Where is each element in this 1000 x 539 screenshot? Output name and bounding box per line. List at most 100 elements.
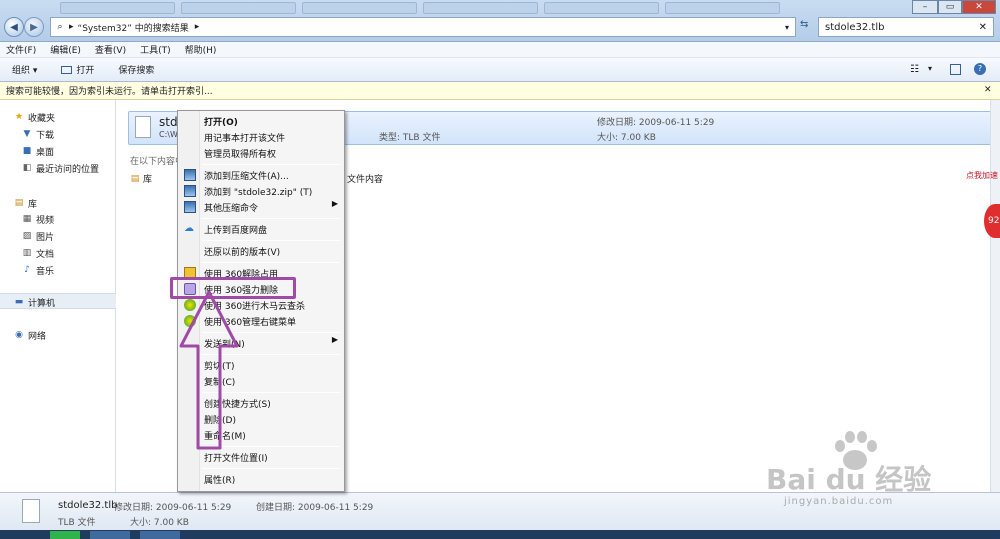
address-separator-icon: ▸ [194, 22, 200, 32]
file-type: 类型: TLB 文件 [379, 133, 441, 143]
menu-edit[interactable]: 编辑(E) [50, 43, 81, 56]
ctx-add-zip[interactable]: 添加到 "stdole32.zip" (T) [178, 183, 344, 199]
ctx-separator [202, 240, 340, 241]
ctx-label: 添加到压缩文件(A)... [204, 171, 289, 182]
nav-videos[interactable]: ▦ 视频 [22, 212, 54, 226]
baidu-watermark: Bai du 经验 jingyan.baidu.com [760, 430, 960, 520]
search-input[interactable]: stdole32.tlb ✕ [818, 17, 994, 37]
nav-label: 图片 [36, 232, 55, 243]
maximize-button[interactable]: ▭ [938, 0, 962, 14]
menu-help[interactable]: 帮助(H) [185, 43, 217, 56]
ctx-other-compress[interactable]: 其他压缩命令 ▶ [178, 199, 344, 215]
file-icon [22, 499, 40, 523]
ctx-add-archive[interactable]: 添加到压缩文件(A)... [178, 167, 344, 183]
speedup-ad-label[interactable]: 点我加速 [966, 170, 998, 181]
archive-icon [184, 169, 196, 181]
annotation-arrow-icon [179, 290, 239, 450]
speedup-badge[interactable]: 92 [984, 204, 1000, 238]
nav-desktop[interactable]: ■ 桌面 [22, 144, 54, 158]
nav-music[interactable]: ♪ 音乐 [22, 263, 54, 277]
address-dropdown-icon[interactable]: ▾ [785, 23, 789, 32]
address-bar[interactable]: ⌕ ▸ “System32” 中的搜索结果 ▸ ▾ [50, 17, 796, 37]
picture-icon: ▨ [22, 231, 32, 241]
refresh-icon[interactable]: ⇆ [800, 19, 816, 35]
recent-places-icon: ◧ [22, 163, 32, 173]
address-separator-icon: ▸ [69, 22, 74, 32]
nav-label: 库 [28, 199, 38, 210]
nav-label: 视频 [36, 215, 55, 226]
ctx-open[interactable]: 打开(O) [178, 113, 344, 129]
forward-button[interactable]: ▶ [24, 17, 44, 37]
nav-recent[interactable]: ◧ 最近访问的位置 [22, 161, 99, 175]
file-modified: 修改日期: 2009-06-11 5:29 [597, 118, 715, 128]
details-size: 大小: 7.00 KB [130, 518, 189, 528]
forward-arrow-icon: ▶ [30, 21, 38, 33]
help-icon[interactable]: ? [974, 63, 986, 75]
search-icon: ⌕ [57, 22, 63, 32]
menu-file[interactable]: 文件(F) [6, 43, 36, 56]
nav-label: 收藏夹 [28, 113, 56, 124]
search-again-library-label: 库 [143, 175, 153, 185]
taskbar-tab-strip [60, 2, 780, 14]
ctx-take-ownership[interactable]: 管理员取得所有权 [178, 145, 344, 161]
ctx-properties[interactable]: 属性(R) [178, 471, 344, 487]
organize-button[interactable]: 组织 ▾ [12, 63, 37, 76]
back-button[interactable]: ◀ [4, 17, 24, 37]
ctx-separator [202, 468, 340, 469]
ctx-separator [202, 164, 340, 165]
nav-documents[interactable]: ▥ 文档 [22, 246, 54, 260]
nav-label: 桌面 [36, 147, 55, 158]
info-close-icon[interactable]: ✕ [984, 85, 992, 95]
nav-label: 下载 [36, 130, 55, 141]
open-label: 打开 [76, 66, 95, 76]
index-info-bar[interactable]: 搜索可能较慢，因为索引未运行。请单击打开索引... ✕ [0, 82, 1000, 100]
search-clear-icon[interactable]: ✕ [979, 22, 987, 33]
taskbar-app-button[interactable] [140, 531, 180, 539]
taskbar-app-button[interactable] [90, 531, 130, 539]
search-again-library[interactable]: ▤ 库 [130, 172, 153, 186]
open-window-icon [61, 65, 73, 74]
save-search-button[interactable]: 保存搜索 [118, 63, 154, 76]
document-icon: ▥ [22, 248, 32, 258]
taskbar-app-button[interactable] [50, 531, 80, 539]
menu-tools[interactable]: 工具(T) [140, 43, 171, 56]
nav-network[interactable]: ◉ 网络 [14, 328, 46, 342]
minimize-button[interactable]: – [912, 0, 938, 14]
nav-libraries[interactable]: ▤ 库 [14, 196, 37, 210]
vertical-scrollbar[interactable] [990, 100, 1000, 492]
back-arrow-icon: ◀ [10, 21, 18, 33]
search-again-file-content[interactable]: 文件内容 [347, 172, 383, 185]
ctx-label: 打开(O) [204, 117, 238, 128]
submenu-arrow-icon: ▶ [331, 335, 338, 344]
video-icon: ▦ [22, 214, 32, 224]
nav-favorites[interactable]: ★ 收藏夹 [14, 110, 55, 124]
command-bar: 组织 ▾ 打开 保存搜索 ☷ ▾ ? [0, 58, 1000, 82]
view-options-icon[interactable]: ☷ [910, 64, 919, 75]
ctx-label: 管理员取得所有权 [204, 149, 277, 160]
ctx-upload-baidu[interactable]: ☁ 上传到百度网盘 [178, 221, 344, 237]
details-modified: 修改日期: 2009-06-11 5:29 [114, 503, 232, 513]
taskbar [0, 530, 1000, 539]
window-titlebar: – ▭ ✕ ◀ ▶ ⌕ ▸ “System32” 中的搜索结果 ▸ ▾ ⇆ st… [0, 0, 1000, 42]
ctx-separator [202, 218, 340, 219]
network-icon: ◉ [15, 330, 23, 340]
nav-label: 计算机 [28, 298, 56, 309]
open-button[interactable]: 打开 [61, 63, 94, 76]
nav-label: 音乐 [36, 266, 55, 277]
nav-computer[interactable]: ▬ 计算机 [14, 295, 55, 309]
close-button[interactable]: ✕ [962, 0, 996, 14]
nav-label: 网络 [28, 331, 47, 342]
navigation-pane: ★ 收藏夹 ▼ 下载 ■ 桌面 ◧ 最近访问的位置 ▤ 库 ▦ 视频 ▨ 图片 ▥ 文档 ♪ 音乐… [0, 100, 116, 492]
ctx-restore-versions[interactable]: 还原以前的版本(V) [178, 243, 344, 259]
nav-pictures[interactable]: ▨ 图片 [22, 229, 54, 243]
ctx-open-notepad[interactable]: 用记事本打开该文件 [178, 129, 344, 145]
file-icon [135, 116, 151, 138]
menu-view[interactable]: 查看(V) [95, 43, 126, 56]
ctx-label: 属性(R) [204, 475, 236, 486]
search-again-label: 在以下内容中 [130, 157, 185, 167]
preview-pane-icon[interactable] [950, 64, 961, 75]
address-text: “System32” 中的搜索结果 [77, 23, 189, 34]
nav-downloads[interactable]: ▼ 下载 [22, 127, 54, 141]
music-icon: ♪ [24, 265, 30, 275]
view-dropdown-icon[interactable]: ▾ [928, 64, 932, 73]
